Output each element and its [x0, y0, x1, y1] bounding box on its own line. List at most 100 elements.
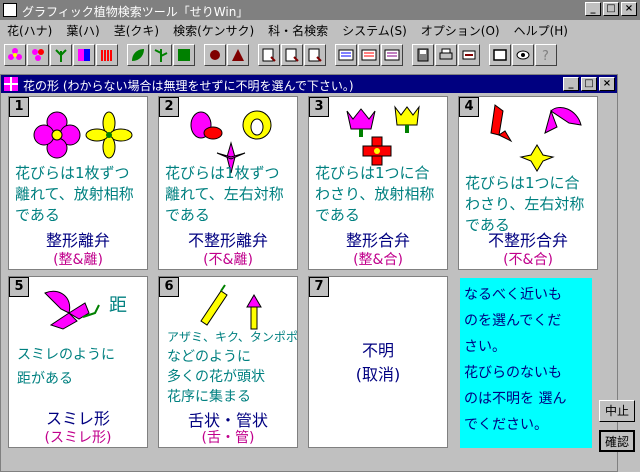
card-desc-line: である	[165, 206, 210, 224]
option-card-5[interactable]: 5 距 スミレのように 距がある スミレ形 (スミレ形)	[8, 276, 148, 448]
card-number: 1	[9, 97, 29, 117]
tool-help[interactable]: ?	[535, 44, 557, 66]
eye-icon	[516, 50, 530, 60]
flower-color-icon	[78, 49, 90, 61]
tool-search-1[interactable]	[258, 44, 280, 66]
toolbar: ?	[0, 40, 640, 70]
stop-button[interactable]: 中止	[599, 400, 635, 422]
instruction-line: なるべく近いも	[464, 287, 562, 303]
card-desc-line: 花びらは1枚ずつ	[165, 164, 280, 182]
option-card-2[interactable]: 2 花びらは1枚ずつ 離れて、左右対称 である 不整形離弁 (不&離)	[158, 96, 298, 270]
instruction-line: 花びらのないも	[464, 365, 562, 381]
card-abbr: (スミレ形)	[44, 430, 112, 446]
tool-flower-shape[interactable]	[4, 44, 26, 66]
flower-cluster-icon	[32, 49, 44, 61]
tool-inflorescence[interactable]	[50, 44, 72, 66]
tool-data[interactable]	[458, 44, 480, 66]
menu-leaf[interactable]: 葉(ハ)	[59, 22, 106, 39]
dialog-minimize-button[interactable]: _	[563, 77, 579, 91]
card-desc-line: などのように	[167, 349, 251, 365]
menu-search[interactable]: 検索(ケンサク)	[166, 22, 261, 39]
tool-save[interactable]	[412, 44, 434, 66]
card-desc-line: アザミ、キク、タンポポ	[167, 330, 298, 344]
regular-polypetalous-flower-icon	[33, 111, 133, 159]
card-name: スミレ形	[45, 409, 110, 428]
tool-flower-arrangement[interactable]	[27, 44, 49, 66]
window-icon	[493, 49, 507, 61]
menu-family-search[interactable]: 科・名検索	[261, 22, 335, 39]
card-abbr: (不&合)	[503, 252, 553, 268]
tool-search-3[interactable]	[304, 44, 326, 66]
dialog-grid-icon	[4, 77, 18, 91]
card-number: 7	[309, 277, 329, 297]
menu-help[interactable]: ヘルプ(H)	[507, 22, 575, 39]
minimize-button[interactable]: _	[585, 2, 601, 16]
option-card-7[interactable]: 7 不明 (取消)	[308, 276, 448, 448]
close-button[interactable]: ×	[621, 2, 637, 16]
card-desc-line: 離れて、放射相称	[15, 185, 134, 203]
card-abbr: (舌・管)	[201, 430, 255, 446]
help-icon: ?	[542, 49, 549, 63]
flower-shape-icon	[8, 48, 22, 60]
card-name: 不整形離弁	[187, 231, 268, 250]
menu-system[interactable]: システム(S)	[335, 22, 414, 39]
tool-flower-color[interactable]	[73, 44, 95, 66]
tool-leaf-edge[interactable]	[173, 44, 195, 66]
tool-search-2[interactable]	[281, 44, 303, 66]
card-name: 整形合弁	[345, 231, 410, 250]
card-name: 不整形合弁	[487, 231, 568, 250]
spur-label: 距	[109, 295, 127, 316]
tool-stem-shape[interactable]	[204, 44, 226, 66]
menu-options[interactable]: オプション(O)	[414, 22, 507, 39]
option-card-1[interactable]: 1 花びらは1枚ずつ 離れて、放射相称 である 整形離弁 (整&離)	[8, 96, 148, 270]
menu-stem[interactable]: 茎(クキ)	[107, 22, 166, 39]
stamen-icon	[101, 50, 112, 61]
card-desc-line: 花びらは1つに合	[465, 174, 580, 192]
card-desc-line: 花びらは1つに合	[315, 164, 430, 182]
card-abbr: (整&離)	[53, 252, 103, 268]
card-number: 5	[9, 277, 29, 297]
card-desc-line: 花びらは1枚ずつ	[15, 164, 130, 182]
menu-flower[interactable]: 花(ハナ)	[0, 22, 59, 39]
tool-leaf-shape[interactable]	[127, 44, 149, 66]
card-name: 整形離弁	[45, 231, 110, 250]
violet-spurred-flower-icon	[44, 290, 100, 330]
instruction-line: のを選んでくだ	[464, 313, 562, 329]
inflorescence-icon	[55, 49, 67, 62]
card-number: 3	[309, 97, 329, 117]
card-desc-line: 花序に集まる	[167, 389, 251, 405]
search-doc-icon	[308, 48, 322, 62]
card-number: 2	[159, 97, 179, 117]
tool-print[interactable]	[435, 44, 457, 66]
stem-shape-icon	[210, 50, 220, 60]
option-card-3[interactable]: 3 花びらは1つに合 わさり、放射相称 である 整形合弁 (整&合)	[308, 96, 448, 270]
tool-list-2[interactable]	[358, 44, 380, 66]
tool-stem-section[interactable]	[227, 44, 249, 66]
card-desc-line: 距がある	[17, 371, 73, 387]
card-abbr: (整&合)	[353, 252, 403, 268]
tool-stamen[interactable]	[96, 44, 118, 66]
data-icon	[462, 50, 476, 60]
option-card-6[interactable]: 6 アザミ、キク、タンポポ などのように 多くの花が頭状 花序に集まる 舌状・管…	[158, 276, 298, 448]
card-desc-line: わさり、放射相称	[315, 185, 435, 203]
instruction-line: のは不明を 選ん	[464, 391, 567, 407]
instruction-line: さい。	[464, 339, 506, 355]
tool-leaf-arrangement[interactable]	[150, 44, 172, 66]
menu-bar: 花(ハナ) 葉(ハ) 茎(クキ) 検索(ケンサク) 科・名検索 システム(S) …	[0, 20, 640, 40]
tool-view[interactable]	[512, 44, 534, 66]
tool-list-1[interactable]	[335, 44, 357, 66]
tool-list-3[interactable]	[381, 44, 403, 66]
tool-window[interactable]	[489, 44, 511, 66]
regular-gamopetalous-flower-icon	[346, 105, 420, 166]
maximize-button[interactable]: □	[603, 2, 619, 16]
dialog-title: 花の形 (わからない場合は無理をせずに不明を選んで下さい。)	[23, 79, 354, 93]
printer-icon	[439, 48, 453, 60]
confirm-button[interactable]: 確認	[599, 430, 635, 452]
dialog-close-button[interactable]: ×	[599, 77, 615, 91]
svg-text:?: ?	[542, 49, 549, 63]
dialog-maximize-button[interactable]: □	[581, 77, 597, 91]
option-card-4[interactable]: 4 花びらは1つに合 わさり、左右対称 である 不整形合弁 (不&合)	[458, 96, 598, 270]
card-number: 4	[459, 97, 479, 117]
save-icon	[417, 48, 429, 62]
dialog-titlebar: 花の形 (わからない場合は無理をせずに不明を選んで下さい。) _ □ ×	[1, 75, 617, 93]
